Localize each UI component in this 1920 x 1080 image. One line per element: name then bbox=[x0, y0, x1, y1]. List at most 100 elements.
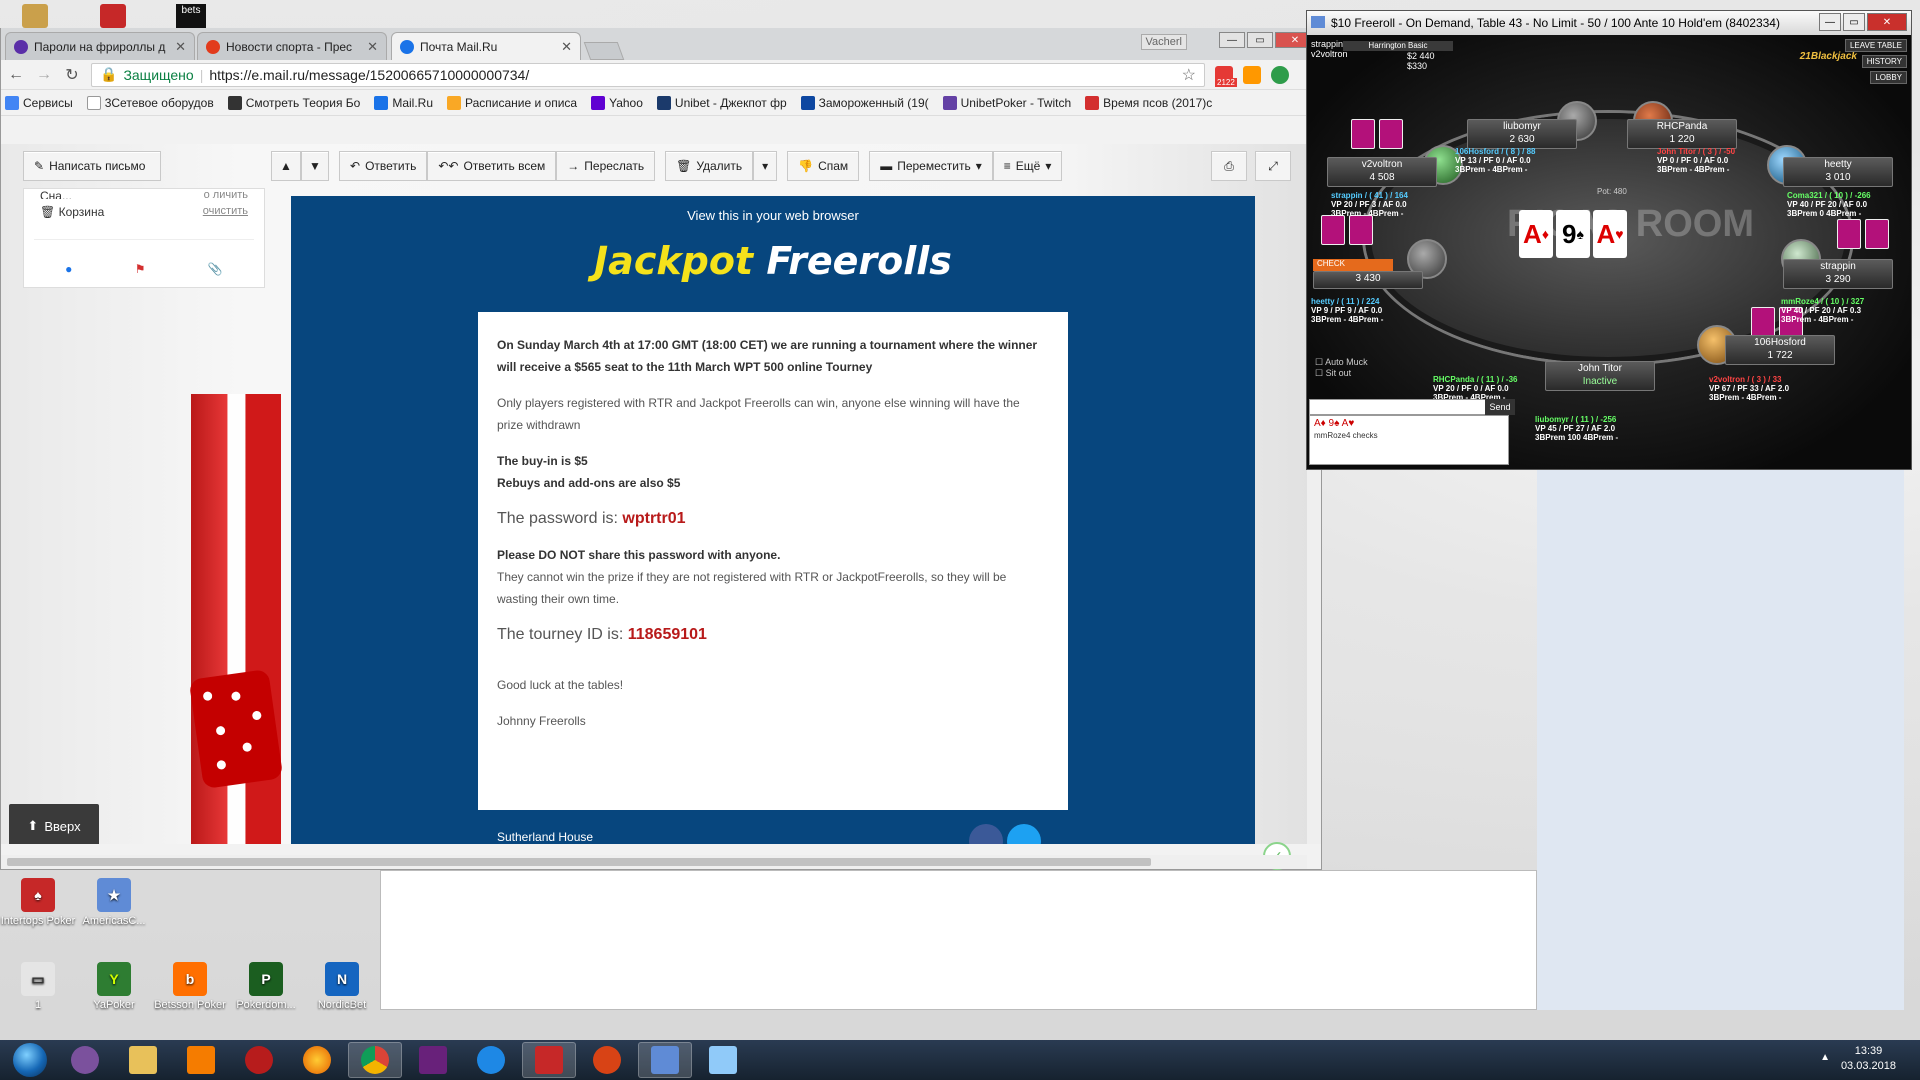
reply-all-button[interactable]: ↶↶ Ответить всем bbox=[427, 151, 557, 181]
pokerdom-icon: P bbox=[249, 962, 283, 996]
minimize-icon[interactable]: — bbox=[1819, 13, 1841, 31]
sidebar-item-partial[interactable]: Сна... о личить bbox=[24, 189, 264, 199]
tab-freeroll-passwords[interactable]: Пароли на фрироллы д ✕ bbox=[5, 32, 195, 60]
back-icon[interactable]: ← bbox=[7, 66, 25, 84]
desktop-icon-top-1[interactable] bbox=[22, 4, 48, 28]
move-button[interactable]: ▬ Переместить ▾ bbox=[869, 151, 993, 181]
taskbar-visualstudio[interactable] bbox=[406, 1042, 460, 1078]
desktop-icon-betsson[interactable]: b Betsson Poker bbox=[148, 962, 232, 1011]
more-button[interactable]: ≡ Ещё ▾ bbox=[992, 151, 1063, 181]
clear-trash-link[interactable]: очистить bbox=[203, 205, 248, 219]
profile-badge[interactable]: Vacherl bbox=[1140, 34, 1187, 50]
taskbar-firefox[interactable] bbox=[290, 1042, 344, 1078]
taskbar-chrome[interactable] bbox=[348, 1042, 402, 1078]
delete-dropdown[interactable]: ▾ bbox=[753, 151, 778, 181]
seat-liubomyr[interactable]: liubomyr 2 630 bbox=[1467, 119, 1577, 149]
horizontal-scrollbar[interactable] bbox=[1, 855, 1307, 869]
scrollbar-thumb[interactable] bbox=[7, 858, 1151, 866]
facebook-icon[interactable] bbox=[969, 824, 1003, 844]
desktop-icon-yapoker[interactable]: Y YaPoker bbox=[72, 962, 156, 1011]
desktop-icon-americascardroom[interactable]: ★ AmericasC... bbox=[72, 878, 156, 927]
taskbar-media[interactable] bbox=[174, 1042, 228, 1078]
hole-card bbox=[1351, 119, 1375, 149]
close-icon[interactable]: ✕ bbox=[367, 39, 378, 55]
maximize-icon[interactable]: ▭ bbox=[1247, 32, 1273, 48]
taskbar-ie[interactable] bbox=[464, 1042, 518, 1078]
seat-checking-player[interactable]: 3 430 bbox=[1313, 271, 1423, 289]
bookmark-movie[interactable]: Время псов (2017)с bbox=[1085, 95, 1212, 110]
close-icon[interactable]: ✕ bbox=[175, 39, 186, 55]
desktop-icon-top-2[interactable] bbox=[100, 4, 126, 28]
sidebar-item-trash[interactable]: 🗑 Корзина очистить bbox=[24, 199, 264, 225]
auto-muck-checkbox[interactable]: ☐ Auto Muck ☐ Sit out bbox=[1315, 357, 1368, 379]
close-window-icon[interactable]: ✕ bbox=[1867, 13, 1907, 31]
bookmark-schedule[interactable]: Расписание и описа bbox=[447, 95, 577, 110]
nordicbet-icon: N bbox=[325, 962, 359, 996]
desktop-icon-1[interactable]: ▭ 1 bbox=[0, 962, 80, 1011]
desktop-icon-nordicbet[interactable]: N NordicBet bbox=[300, 962, 384, 1011]
delete-button[interactable]: 🗑 Удалить bbox=[665, 151, 754, 181]
seat-rhcpanda[interactable]: RHCPanda 1 220 bbox=[1627, 119, 1737, 149]
start-button[interactable] bbox=[6, 1040, 54, 1080]
desktop-icon-pokerdom[interactable]: P Pokerdom... bbox=[224, 962, 308, 1011]
unread-dot-icon[interactable]: ● bbox=[65, 262, 72, 276]
desktop-icon-intertops[interactable]: ♠ Intertops Poker bbox=[0, 878, 80, 927]
seat-106hosford[interactable]: 106Hosford 1 722 bbox=[1725, 335, 1835, 365]
reply-button[interactable]: ↶ Ответить bbox=[339, 151, 428, 181]
taskbar-explorer[interactable] bbox=[116, 1042, 170, 1078]
view-in-browser-link[interactable]: View this in your web browser bbox=[291, 208, 1255, 223]
spam-button[interactable]: 👎 Спам bbox=[787, 151, 860, 181]
taskbar-paint[interactable] bbox=[696, 1042, 750, 1078]
bookmark-star-icon[interactable]: ☆ bbox=[1182, 65, 1196, 85]
desktop-icon-bets[interactable]: bets bbox=[176, 4, 206, 28]
system-clock[interactable]: 13:39 03.03.2018 bbox=[1841, 1044, 1896, 1074]
attachment-icon[interactable]: 📎 bbox=[208, 262, 223, 276]
taskbar-app-2[interactable] bbox=[580, 1042, 634, 1078]
tab-mail-ru[interactable]: Почта Mail.Ru ✕ bbox=[391, 32, 581, 60]
seat-v2voltron[interactable]: v2voltron 4 508 bbox=[1327, 157, 1437, 187]
taskbar-americascardroom[interactable] bbox=[638, 1042, 692, 1078]
bookmark-theory[interactable]: Смотреть Теория Бо bbox=[227, 95, 360, 110]
taskbar-app-red[interactable] bbox=[232, 1042, 286, 1078]
seat-strappin[interactable]: strappin 3 290 bbox=[1783, 259, 1893, 289]
reload-icon[interactable]: ↻ bbox=[63, 65, 81, 85]
next-message-button[interactable]: ▼ bbox=[301, 151, 329, 181]
extension-green-icon[interactable] bbox=[1271, 65, 1289, 84]
bookmark-services[interactable]: Сервисы bbox=[5, 95, 73, 110]
bookmark-mailru[interactable]: Mail.Ru bbox=[374, 95, 433, 110]
twitter-icon[interactable] bbox=[1007, 824, 1041, 844]
new-tab-button[interactable] bbox=[583, 42, 625, 60]
extension-icon[interactable] bbox=[1243, 65, 1261, 84]
forward-button[interactable]: → Переслать bbox=[556, 151, 656, 181]
print-button[interactable]: ⎙ bbox=[1211, 151, 1247, 181]
close-icon[interactable]: ✕ bbox=[561, 39, 572, 55]
bookmark-network[interactable]: 3Сетевое оборудов bbox=[86, 95, 214, 110]
chat-input[interactable] bbox=[1309, 399, 1509, 415]
taskbar-viber[interactable] bbox=[58, 1042, 112, 1078]
board-card: A ♥ bbox=[1593, 210, 1627, 258]
compose-button[interactable]: ✎ Написать письмо bbox=[23, 151, 161, 181]
fullscreen-button[interactable]: ⤢ bbox=[1255, 151, 1291, 181]
leave-table-button[interactable]: LEAVE TABLE bbox=[1844, 39, 1907, 52]
url-input[interactable]: 🔒 Защищено | https://e.mail.ru/message/1… bbox=[91, 62, 1205, 87]
bookmark-frozen[interactable]: Замороженный (19( bbox=[800, 95, 929, 110]
minimize-icon[interactable]: — bbox=[1219, 32, 1245, 48]
seat-john-titor[interactable]: John Titor Inactive bbox=[1545, 361, 1655, 391]
seat-heetty[interactable]: heetty 3 010 bbox=[1783, 157, 1893, 187]
flag-icon[interactable]: ⚑ bbox=[135, 262, 146, 276]
taskbar-poker[interactable] bbox=[522, 1042, 576, 1078]
bookmark-yahoo[interactable]: Yahoo bbox=[591, 95, 643, 110]
forward-icon[interactable]: → bbox=[35, 66, 53, 84]
tab-sport-news[interactable]: Новости спорта - Прес ✕ bbox=[197, 32, 387, 60]
lobby-button[interactable]: LOBBY bbox=[1870, 71, 1907, 84]
scroll-up-button[interactable]: ⬆ Вверх bbox=[9, 804, 99, 844]
maximize-icon[interactable]: ▭ bbox=[1843, 13, 1865, 31]
hud-selector[interactable]: Harrington Basic bbox=[1343, 41, 1453, 51]
bookmark-twitch[interactable]: UnibetPoker - Twitch bbox=[942, 95, 1071, 110]
bookmark-unibet[interactable]: Unibet - Джекпот фр bbox=[656, 95, 787, 110]
chat-send-button[interactable]: Send bbox=[1485, 399, 1515, 415]
prev-message-button[interactable]: ▲ bbox=[271, 151, 301, 181]
tray-show-hidden-icon[interactable]: ▲ bbox=[1820, 1052, 1830, 1063]
history-button[interactable]: HISTORY bbox=[1861, 55, 1907, 68]
mail-extension[interactable]: 2122 bbox=[1215, 65, 1237, 87]
